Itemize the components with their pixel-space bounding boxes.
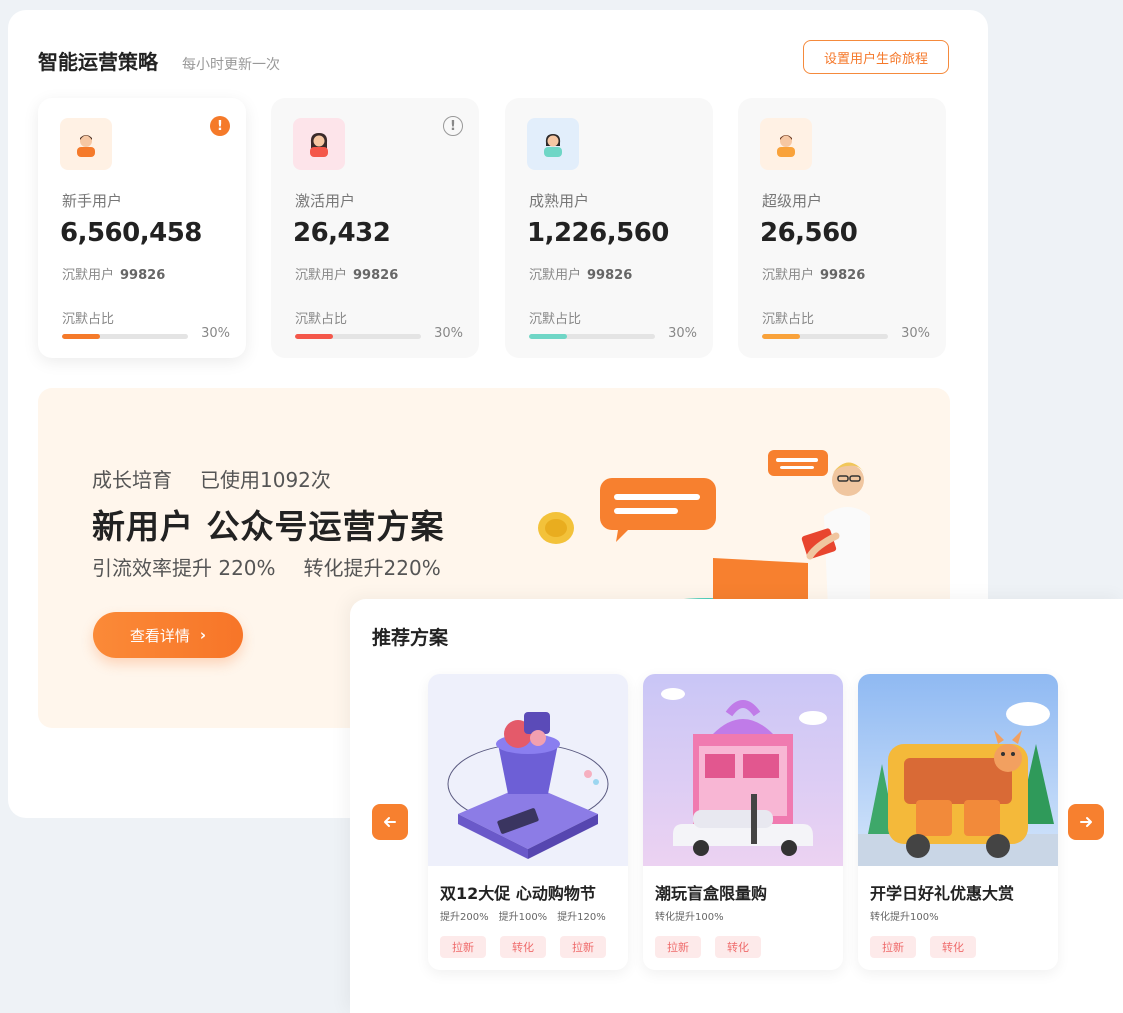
tag: 转化 [930, 936, 976, 958]
card-label: 成熟用户 [529, 192, 590, 210]
plan-image [428, 674, 628, 866]
silent-ratio-bar [295, 334, 421, 339]
banner-metrics: 引流效率提升 220% 转化提升220% [92, 552, 441, 581]
card-label: 新手用户 [62, 192, 123, 210]
plan-tags: 拉新 转化 [655, 936, 775, 958]
recommend-card[interactable]: 双12大促 心动购物节 提升200% 提升100% 提升120% 拉新 转化 拉新 [428, 674, 628, 970]
update-frequency: 每小时更新一次 [182, 57, 280, 73]
silent-ratio-value: 30% [668, 326, 697, 341]
silent-ratio-label: 沉默占比 [295, 312, 348, 327]
avatar [293, 118, 345, 170]
plan-metrics: 转化提升100% [655, 912, 724, 923]
plan-image [643, 674, 843, 866]
plan-title: 双12大促 心动购物节 [440, 884, 596, 903]
tag: 拉新 [870, 936, 916, 958]
arrow-right-icon [1080, 817, 1092, 827]
prev-button[interactable] [372, 804, 408, 840]
silent-ratio-bar [62, 334, 188, 339]
tag: 拉新 [655, 936, 701, 958]
plan-image [858, 674, 1058, 866]
banner-metric-conversion: 转化提升220% [303, 556, 441, 580]
silent-users: 沉默用户 99826 [529, 268, 633, 283]
user-card-new[interactable]: ! 新手用户 6,560,458 沉默用户 99826 沉默占比 30% [38, 98, 246, 358]
silent-users: 沉默用户 99826 [295, 268, 399, 283]
silent-users: 沉默用户 99826 [62, 268, 166, 283]
chevron-right-icon: › [199, 626, 207, 644]
set-lifecycle-button[interactable]: 设置用户生命旅程 [803, 40, 949, 74]
avatar [60, 118, 112, 170]
next-button[interactable] [1068, 804, 1104, 840]
recommend-card[interactable]: 开学日好礼优惠大赏 转化提升100% 拉新 转化 [858, 674, 1058, 970]
silent-users: 沉默用户 99826 [762, 268, 866, 283]
silent-ratio-label: 沉默占比 [62, 312, 115, 327]
alert-icon[interactable]: ! [210, 116, 230, 136]
banner-meta: 成长培育 已使用1092次 [92, 464, 331, 493]
plan-metrics: 提升200% 提升100% 提升120% [440, 912, 606, 923]
banner-metric-traffic: 引流效率提升 220% [92, 556, 276, 580]
user-card-super[interactable]: 超级用户 26,560 沉默用户 99826 沉默占比 30% [738, 98, 946, 358]
card-value: 6,560,458 [60, 218, 202, 248]
plan-title: 开学日好礼优惠大赏 [870, 884, 1015, 903]
silent-ratio-label: 沉默占比 [529, 312, 582, 327]
card-value: 26,560 [760, 218, 858, 248]
panel-header: 智能运营策略 每小时更新一次 [38, 46, 280, 75]
user-female-icon [544, 134, 562, 157]
avatar [760, 118, 812, 170]
tag: 拉新 [440, 936, 486, 958]
silent-ratio-bar [529, 334, 655, 339]
silent-ratio-bar [762, 334, 888, 339]
user-male-icon [77, 135, 95, 157]
tag: 转化 [715, 936, 761, 958]
recommend-card[interactable]: 潮玩盲盒限量购 转化提升100% 拉新 转化 [643, 674, 843, 970]
view-details-label: 查看详情 [129, 626, 190, 645]
page-title: 智能运营策略 [38, 50, 158, 74]
user-male-icon [777, 135, 795, 157]
plan-title: 潮玩盲盒限量购 [655, 884, 768, 903]
user-card-mature[interactable]: 成熟用户 1,226,560 沉默用户 99826 沉默占比 30% [505, 98, 713, 358]
silent-ratio-value: 30% [434, 326, 463, 341]
info-icon[interactable]: ! [443, 116, 463, 136]
banner-usage: 已使用1092次 [200, 468, 331, 492]
silent-ratio-value: 30% [901, 326, 930, 341]
plan-tags: 拉新 转化 [870, 936, 990, 958]
card-value: 26,432 [293, 218, 391, 248]
arrow-left-icon [384, 817, 396, 827]
recommend-title: 推荐方案 [372, 627, 449, 649]
tag: 转化 [500, 936, 546, 958]
banner-title: 新用户 公众号运营方案 [92, 507, 445, 546]
recommend-panel: 推荐方案 双12大促 心动购物节 提升200% 提升100% 提升120% 拉新… [350, 599, 1123, 1013]
card-label: 激活用户 [295, 192, 356, 210]
tag: 拉新 [560, 936, 606, 958]
avatar [527, 118, 579, 170]
user-card-activated[interactable]: ! 激活用户 26,432 沉默用户 99826 沉默占比 30% [271, 98, 479, 358]
card-value: 1,226,560 [527, 218, 669, 248]
user-female-icon [310, 133, 328, 157]
view-details-button[interactable]: 查看详情 › [93, 612, 243, 658]
silent-ratio-value: 30% [201, 326, 230, 341]
plan-tags: 拉新 转化 拉新 [440, 936, 620, 958]
silent-ratio-label: 沉默占比 [762, 312, 815, 327]
banner-category: 成长培育 [92, 468, 172, 492]
card-label: 超级用户 [762, 192, 823, 210]
plan-metrics: 转化提升100% [870, 912, 939, 923]
